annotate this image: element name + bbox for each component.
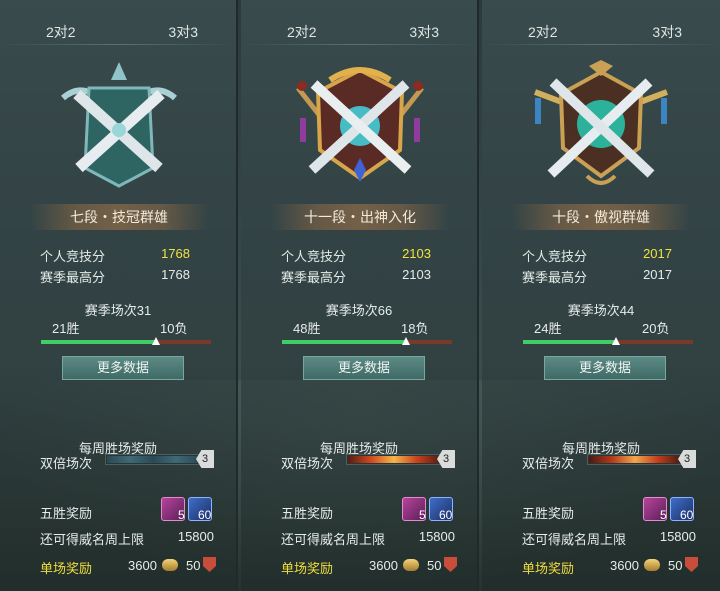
double-bar-fill (107, 456, 199, 463)
coin-icon (403, 559, 419, 571)
tab-2v2[interactable]: 2对2 (46, 22, 76, 42)
season-matches: 赛季场次31 (84, 303, 152, 318)
shield-icon (203, 557, 216, 572)
single-reward-coins: 3600 (128, 558, 157, 573)
personal-score-value: 2103 (402, 246, 431, 261)
season-matches: 赛季场次44 (567, 303, 635, 318)
more-data-button[interactable]: 更多数据 (303, 356, 425, 380)
tab-3v3[interactable]: 3对3 (409, 22, 439, 42)
crossed-swords-emblem-icon (61, 62, 177, 188)
win-bar-fill (523, 340, 616, 344)
fame-limit-value: 15800 (177, 529, 214, 544)
fame-limit-label: 还可得威名周上限 (40, 532, 145, 547)
five-win-reward-label: 五胜奖励 (281, 506, 334, 521)
divider (0, 44, 236, 45)
double-matches-bar (346, 454, 442, 465)
five-win-reward-label: 五胜奖励 (522, 506, 575, 521)
win-loss-bar (41, 340, 211, 344)
tab-2v2[interactable]: 2对2 (528, 22, 558, 42)
single-reward-coins: 3600 (369, 558, 398, 573)
single-reward-label: 单场奖励 (40, 561, 93, 576)
reward-blade-count: 60 (439, 508, 453, 522)
tab-3v3[interactable]: 3对3 (168, 22, 198, 42)
single-reward-label: 单场奖励 (281, 561, 334, 576)
reward-scroll-count: 5 (660, 508, 667, 522)
fame-limit-value: 15800 (418, 529, 455, 544)
double-matches-bar (105, 454, 201, 465)
tab-3v3[interactable]: 3对3 (652, 22, 682, 42)
tab-2v2[interactable]: 2对2 (287, 22, 317, 42)
mode-tabs: 2对2 3对3 (0, 18, 236, 42)
coin-icon (162, 559, 178, 571)
double-matches-label: 双倍场次 (281, 456, 334, 471)
fame-limit-label: 还可得威名周上限 (281, 532, 386, 547)
win-bar-marker (611, 337, 620, 345)
single-reward-points: 50 (668, 558, 683, 573)
losses-count: 10负 (160, 321, 188, 336)
single-reward-points: 50 (186, 558, 201, 573)
wins-count: 21胜 (52, 321, 80, 336)
win-bar-marker (401, 337, 410, 345)
personal-score-label: 个人竞技分 (281, 249, 347, 264)
double-matches-bar (587, 454, 683, 465)
personal-score-value: 1768 (161, 246, 190, 261)
more-data-button[interactable]: 更多数据 (544, 356, 666, 380)
divider (241, 44, 477, 45)
losses-count: 20负 (642, 321, 670, 336)
double-bar-fill (589, 456, 681, 463)
reward-scroll-count: 5 (419, 508, 426, 522)
season-high-label: 赛季最高分 (522, 270, 588, 285)
mode-tabs: 2对2 3对3 (482, 18, 720, 42)
reward-scroll-count: 5 (178, 508, 185, 522)
more-data-button[interactable]: 更多数据 (62, 356, 184, 380)
rank-title: 十一段・出神入化 (271, 204, 449, 230)
season-high-value: 2103 (402, 267, 431, 282)
crossed-swords-emblem-icon (296, 67, 424, 182)
crossed-swords-emblem-icon (533, 60, 669, 185)
double-matches-label: 双倍场次 (522, 456, 575, 471)
mode-tabs: 2对2 3对3 (241, 18, 477, 42)
win-bar-fill (41, 340, 157, 344)
win-loss-bar (282, 340, 452, 344)
rank-panel-1: 2对2 3对3 十一段・出神入化 个人竞技分 2103 赛季最高分 2103 赛… (241, 0, 479, 591)
rank-panel-3: 2对2 3对3 七段・技冠群雄 个人竞技分 1768 赛季最高分 1768 赛季… (0, 0, 238, 591)
season-high-label: 赛季最高分 (281, 270, 347, 285)
personal-score-label: 个人竞技分 (522, 249, 588, 264)
season-high-value: 1768 (161, 267, 190, 282)
season-matches: 赛季场次66 (325, 303, 393, 318)
shield-icon (444, 557, 457, 572)
five-win-reward-label: 五胜奖励 (40, 506, 93, 521)
season-high-value: 2017 (643, 267, 672, 282)
rank-title: 七段・技冠群雄 (30, 204, 208, 230)
personal-score-label: 个人竞技分 (40, 249, 106, 264)
shield-icon (685, 557, 698, 572)
wins-count: 24胜 (534, 321, 562, 336)
rank-panel-2: 2对2 3对3 十段・傲视群雄 个人竞技分 2017 赛季最高分 2017 赛季… (482, 0, 720, 591)
win-loss-bar (523, 340, 693, 344)
season-high-label: 赛季最高分 (40, 270, 106, 285)
win-bar-fill (282, 340, 406, 344)
double-bar-fill (348, 456, 440, 463)
rank-title: 十段・傲视群雄 (512, 204, 690, 230)
single-reward-coins: 3600 (610, 558, 639, 573)
win-bar-marker (152, 337, 161, 345)
single-reward-label: 单场奖励 (522, 561, 575, 576)
fame-limit-value: 15800 (659, 529, 696, 544)
single-reward-points: 50 (427, 558, 442, 573)
losses-count: 18负 (401, 321, 429, 336)
reward-blade-count: 60 (198, 508, 212, 522)
personal-score-value: 2017 (643, 246, 672, 261)
fame-limit-label: 还可得威名周上限 (522, 532, 627, 547)
coin-icon (644, 559, 660, 571)
double-matches-label: 双倍场次 (40, 456, 93, 471)
wins-count: 48胜 (293, 321, 321, 336)
reward-blade-count: 60 (680, 508, 694, 522)
divider (482, 44, 720, 45)
